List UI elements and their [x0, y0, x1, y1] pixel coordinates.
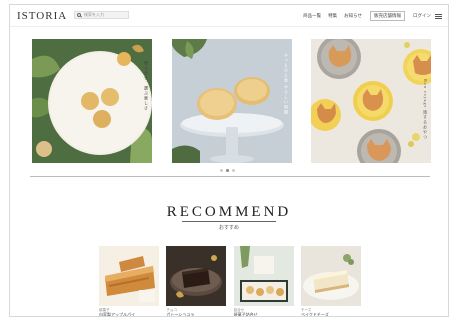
product-image-cheesecake[interactable] — [300, 246, 361, 306]
search-input[interactable]: 検索を入力 — [74, 11, 129, 19]
product-name: ベイクドチーズ — [300, 312, 329, 317]
cat-pastry-image — [311, 39, 431, 163]
madeleine-stand-image — [172, 39, 292, 163]
product-image-chocolate-cake[interactable] — [166, 246, 227, 306]
cheesecake-image — [300, 246, 361, 306]
hero-caption-2: ホッとひと息 やさしい時間 — [284, 53, 289, 115]
chocolate-cake-image — [166, 246, 227, 306]
nav-news[interactable]: お知らせ — [344, 13, 362, 19]
apple-pie-image — [99, 246, 159, 306]
hero-slide-madeleines[interactable]: ホッとひと息 やさしい時間 — [172, 39, 292, 163]
product-name: 焼菓子詰合せ — [233, 312, 258, 317]
carousel-dot-1[interactable] — [220, 169, 223, 172]
hero-carousel: 贈る幸せ、選ぶ楽しさ ホッとひと息 やさしい時間 Bon voyage 旅するお… — [32, 39, 432, 163]
page-frame: ISTORIA 検索を入力 商品一覧 特集 お知らせ 販売店舗情報 ログイン 贈… — [9, 4, 449, 317]
product-card[interactable]: 焼菓子 自家製アップルパイ — [99, 246, 159, 317]
gift-box-image — [233, 246, 294, 306]
nav-products[interactable]: 商品一覧 — [303, 13, 321, 19]
hamburger-menu-icon[interactable] — [435, 13, 442, 19]
search-placeholder: 検索を入力 — [84, 12, 104, 17]
product-card[interactable]: チョコ ガトーショコラ — [166, 246, 227, 317]
recommend-heading: RECOMMEND — [166, 204, 292, 220]
hero-caption-1: 贈る幸せ、選ぶ楽しさ — [144, 61, 149, 111]
carousel-dot-2[interactable] — [226, 169, 229, 172]
hero-slide-pastries[interactable]: Bon voyage 旅するおやつ — [311, 39, 431, 163]
site-header: ISTORIA 検索を入力 商品一覧 特集 お知らせ 販売店舗情報 ログイン — [10, 5, 448, 27]
recommend-underline — [182, 221, 276, 222]
product-card[interactable]: チーズ ベイクドチーズ — [300, 246, 361, 317]
product-name: ガトーショコラ — [166, 312, 195, 317]
section-divider — [30, 176, 430, 177]
cookie-plate-image — [32, 39, 152, 163]
store-info-button[interactable]: 販売店舗情報 — [370, 11, 405, 21]
hero-caption-3: Bon voyage 旅するおやつ — [423, 79, 428, 141]
nav-features[interactable]: 特集 — [328, 13, 337, 19]
product-name: 自家製アップルパイ — [99, 312, 135, 317]
recommend-subheading: おすすめ — [218, 226, 239, 231]
carousel-dot-3[interactable] — [232, 169, 235, 172]
search-icon — [77, 13, 81, 17]
carousel-dots — [220, 169, 235, 172]
product-image-gift-box[interactable] — [233, 246, 294, 306]
product-image-apple-pie[interactable] — [99, 246, 159, 306]
product-list: 焼菓子 自家製アップルパイ チョコ ガトーショコラ 詰合せ 焼菓子詰合せ チーズ… — [99, 246, 361, 317]
product-card[interactable]: 詰合せ 焼菓子詰合せ — [233, 246, 294, 317]
main-nav: 商品一覧 特集 お知らせ 販売店舗情報 ログイン — [296, 11, 442, 21]
site-logo[interactable]: ISTORIA — [17, 10, 67, 22]
hero-slide-cookies[interactable]: 贈る幸せ、選ぶ楽しさ — [32, 39, 152, 163]
login-link[interactable]: ログイン — [413, 13, 431, 19]
